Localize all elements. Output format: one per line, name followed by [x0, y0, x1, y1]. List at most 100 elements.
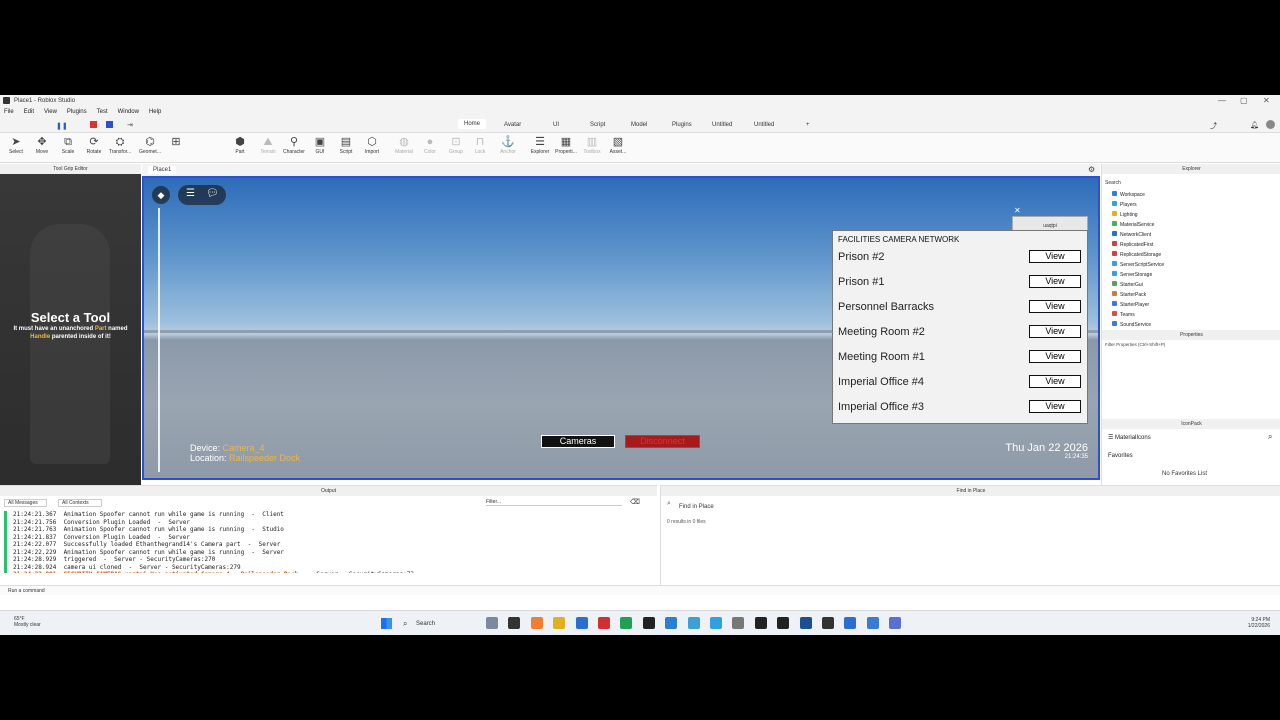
vlc-icon[interactable] [530, 617, 543, 629]
tool-asset[interactable]: ▧ Asset... [604, 136, 632, 155]
search-icon[interactable]: ⌕ [1268, 432, 1272, 442]
minimize-button[interactable]: — [1218, 96, 1226, 105]
explorer-item[interactable]: Workspace [1112, 191, 1145, 198]
tool-material[interactable]: ◍ Material [390, 136, 418, 155]
menu-help[interactable]: Help [149, 109, 161, 115]
widgets-icon[interactable] [486, 617, 498, 629]
camera-panel-close-icon[interactable]: ✕ [1014, 206, 1021, 215]
explorer-item[interactable]: MaterialService [1112, 221, 1154, 228]
xbox-icon[interactable] [598, 617, 610, 629]
explorer-item[interactable]: ReplicatedFirst [1112, 241, 1153, 248]
tool-gui[interactable]: ▣ GUI [306, 136, 334, 155]
tool-snap[interactable]: ⊞ [162, 136, 190, 149]
menu-edit[interactable]: Edit [24, 109, 34, 115]
taskbar-app-icon[interactable] [822, 617, 834, 629]
spotify-icon[interactable] [620, 617, 633, 629]
iconpack-menu[interactable]: ☰ MaterialIcons [1108, 434, 1151, 441]
tool-character[interactable]: ⚲ Character [280, 136, 308, 155]
maximize-button[interactable]: ▢ [1240, 96, 1248, 105]
camera-view-button[interactable]: View [1029, 300, 1081, 313]
properties-filter-input[interactable]: Filter Properties (Ctrl+Shift+P) [1105, 342, 1165, 347]
chrome-icon[interactable] [665, 617, 678, 629]
explorer-item[interactable]: ServerScriptService [1112, 261, 1164, 268]
explorer-item[interactable]: StarterGui [1112, 281, 1143, 288]
find-input[interactable]: Find in Place [665, 500, 1265, 514]
explorer-item[interactable]: Players [1112, 201, 1137, 208]
tool-rotate[interactable]: ⟳ Rotate [80, 136, 108, 155]
tool-part[interactable]: ⬢ Part [226, 136, 254, 155]
tool-scale[interactable]: ⧉ Scale [54, 136, 82, 155]
roblox-icon[interactable] [866, 617, 879, 629]
explorer-search-input[interactable]: Search [1105, 180, 1121, 186]
chat-icon[interactable]: 💬︎ [206, 188, 219, 199]
folder-icon[interactable] [553, 617, 566, 629]
tab-ui[interactable]: UI [553, 122, 559, 128]
client-server-icon[interactable] [106, 121, 113, 128]
taskbar-clock[interactable]: 9:24 PM 1/22/2026 [1248, 617, 1270, 629]
steam-icon[interactable] [799, 617, 812, 629]
messages-dropdown[interactable]: All Messages [4, 499, 47, 507]
output-filter-input[interactable]: Filter... [486, 499, 622, 506]
gear-icon[interactable]: ⚙ [1088, 165, 1095, 174]
camera-view-button[interactable]: View [1029, 350, 1081, 363]
menu-test[interactable]: Test [97, 109, 108, 115]
disconnect-button[interactable]: Disconnect [625, 435, 700, 448]
explorer-item[interactable]: ServerStorage [1112, 271, 1152, 278]
tool-import[interactable]: ⬡ Import [358, 136, 386, 155]
camera-view-button[interactable]: View [1029, 275, 1081, 288]
hamburger-icon[interactable]: ☰ [186, 188, 195, 199]
tool-anchor[interactable]: ⚓ Anchor [494, 136, 522, 155]
camera-view-button[interactable]: View [1029, 400, 1081, 413]
menu-view[interactable]: View [44, 109, 57, 115]
tool-toolbox[interactable]: ▥ Toolbox [578, 136, 606, 155]
contexts-dropdown[interactable]: All Contexts [58, 499, 102, 507]
tool-lock[interactable]: ⊓ Lock [466, 136, 494, 155]
explorer-item[interactable]: SoundService [1112, 321, 1151, 328]
explorer-item[interactable]: Teams [1112, 311, 1135, 318]
weather-widget[interactable]: 65°F Mostly clear [14, 616, 41, 628]
camera-view-button[interactable]: View [1029, 375, 1081, 388]
camera-view-button[interactable]: View [1029, 325, 1081, 338]
notification-icon[interactable]: 🔔︎ [1250, 121, 1259, 129]
avatar[interactable] [1266, 120, 1275, 129]
menu-file[interactable]: File [4, 109, 14, 115]
explorer-item[interactable]: Lighting [1112, 211, 1138, 218]
vscode-icon[interactable] [575, 617, 588, 629]
camera-view-button[interactable]: View [1029, 250, 1081, 263]
tool-terrain[interactable]: ⛰ Terrain [254, 136, 282, 155]
media-icon[interactable] [777, 617, 790, 629]
explorer-item[interactable]: NetworkClient [1112, 231, 1151, 238]
game-viewport[interactable]: ◆ ☰ 💬︎ ✕ uaqtpi FACILITIES CAMERA NETWOR… [142, 176, 1100, 480]
tool-script[interactable]: ▤ Script [332, 136, 360, 155]
calculator-icon[interactable] [710, 617, 722, 629]
tab-place1[interactable]: Place1 [148, 166, 177, 174]
tab-plugins[interactable]: Plugins [672, 122, 692, 128]
tab-script[interactable]: Script [590, 122, 605, 128]
tab-untitled-1[interactable]: Untitled [712, 122, 732, 128]
tab-home[interactable]: Home [458, 119, 487, 129]
pause-icon[interactable]: ❚❚ [56, 122, 68, 130]
paint-icon[interactable] [687, 617, 700, 629]
taskbar-search[interactable]: Search [400, 617, 480, 631]
tab-untitled-2[interactable]: Untitled [754, 122, 774, 128]
tool-color[interactable]: ● Color [416, 136, 444, 155]
roblox-menu-icon[interactable]: ◆ [152, 186, 170, 204]
step-icon[interactable]: ⇥ [127, 121, 133, 129]
tool-properties[interactable]: ▦ Properti... [552, 136, 580, 155]
clear-output-icon[interactable]: ⌫ [630, 498, 640, 506]
windows-start-icon[interactable] [381, 618, 392, 629]
explorer-item[interactable]: StarterPlayer [1112, 301, 1149, 308]
file-icon[interactable] [508, 617, 521, 629]
tool-cursor[interactable]: ➤ Select [2, 136, 30, 155]
discord-icon[interactable] [889, 617, 902, 629]
tool-move[interactable]: ✥ Move [28, 136, 56, 155]
stop-icon[interactable] [90, 121, 97, 128]
share-icon[interactable]: ⤴ [1210, 121, 1217, 131]
menu-window[interactable]: Window [118, 109, 139, 115]
settings-icon[interactable] [732, 617, 745, 629]
mail-icon[interactable] [844, 617, 857, 629]
tab-avatar[interactable]: Avatar [504, 122, 521, 128]
explorer-item[interactable]: StarterPack [1112, 291, 1146, 298]
command-bar[interactable]: Run a command [0, 585, 1280, 595]
capcut-icon[interactable] [754, 617, 767, 629]
